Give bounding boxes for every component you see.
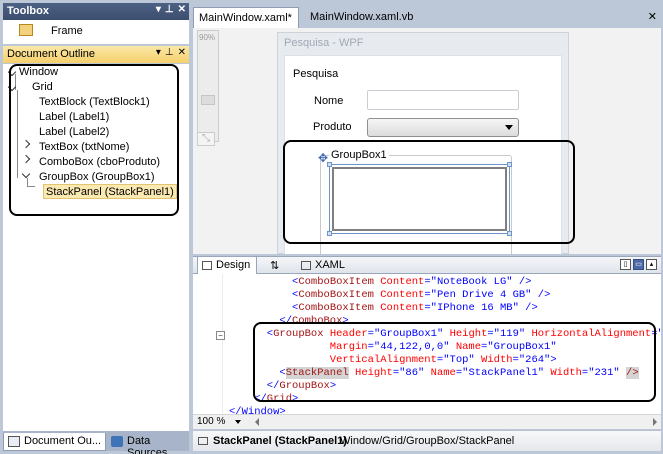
toolbox-title: Toolbox [7,5,49,17]
tab-mainwindow-xaml[interactable]: MainWindow.xaml* [193,7,299,28]
swap-panes-icon[interactable]: ⇅ [270,259,279,272]
collapse-pane-icon[interactable]: ▴ [646,259,657,270]
document-tab-strip: MainWindow.xaml* MainWindow.xaml.vb ✕ [193,4,661,28]
breadcrumb-path[interactable]: Window/Grid/GroupBox/StackPanel [340,435,514,447]
xaml-token: /> [531,289,551,301]
editor-horizontal-scrollbar[interactable]: 100 % [193,414,661,429]
xaml-token: /> [518,302,538,314]
dropdown-arrow-icon [505,125,513,130]
fit-to-window-icon[interactable]: ⤡ [197,132,215,146]
xaml-line[interactable]: <ComboBoxItem Content="Pen Drive 4 GB" /… [292,289,550,302]
tab-xaml[interactable]: XAML [297,257,351,274]
left-pane-tabs: Document Ou... Data Sources [3,431,189,454]
tab-document-outline[interactable]: Document Ou... [3,433,107,451]
tab-label: Data Sources [127,435,168,454]
design-view-icon [202,261,212,270]
xaml-token: ="IPhone 16 MB" [424,302,519,314]
document-outline-title-bar[interactable]: Document Outline ▾ ⊥ ✕ [3,46,189,63]
outline-highlight-annotation [9,64,179,216]
xaml-token: Content [373,289,425,301]
close-icon[interactable]: ✕ [178,47,186,58]
xaml-token: ComboBoxItem [298,302,374,314]
xaml-token: Content [373,302,425,314]
toolbox-item-frame[interactable]: Frame [51,25,83,37]
close-icon[interactable]: ✕ [648,10,657,23]
zoom-slider[interactable]: 90% [197,30,219,142]
combobox-produto[interactable] [367,118,519,137]
wpf-window-title: Pesquisa - WPF [284,37,364,49]
close-icon[interactable]: ✕ [178,4,186,15]
tab-label: Design [216,259,251,271]
outline-collapse-icon[interactable]: − [216,331,225,340]
tab-design[interactable]: Design [197,257,258,274]
label-produto[interactable]: Produto [313,121,352,133]
editor-zoom-level[interactable]: 100 % [197,416,225,427]
tab-data-sources[interactable]: Data Sources [107,433,189,454]
xaml-token: ="NoteBook LG" [424,276,513,288]
tab-mainwindow-xaml-vb[interactable]: MainWindow.xaml.vb [305,7,419,28]
tab-label: XAML [315,259,345,271]
split-mode-buttons: ▯ ▭ ▴ [620,259,657,270]
xaml-token: /> [512,276,532,288]
xaml-token: ComboBoxItem [298,289,374,301]
frame-icon [19,24,33,36]
zoom-level: 90% [199,33,216,42]
editor-gutter [193,274,223,414]
xaml-line[interactable]: <ComboBoxItem Content="IPhone 16 MB" /> [292,302,538,315]
scroll-left-icon[interactable] [255,418,259,426]
xaml-token: Content [373,276,425,288]
toolbox-title-bar[interactable]: Toolbox ▾ ⊥ ✕ [3,3,189,20]
textblock-pesquisa[interactable]: Pesquisa [293,68,338,80]
pin-icon[interactable]: ⊥ [165,47,174,58]
toolbox-panel: Frame [3,20,189,44]
dropdown-icon[interactable]: ▾ [156,4,161,15]
xaml-token: ComboBoxItem [298,276,374,288]
textbox-nome[interactable] [367,90,519,110]
xaml-view-icon [301,261,311,270]
xaml-token: ="Pen Drive 4 GB" [424,289,532,301]
dropdown-icon[interactable]: ▾ [156,47,161,58]
design-xaml-splitter[interactable]: Design ⇅ XAML ▯ ▭ ▴ [193,256,661,274]
horizontal-split-icon[interactable]: ▭ [633,259,644,270]
selection-breadcrumb: StackPanel (StackPanel1) Window/Grid/Gro… [193,430,661,451]
chevron-down-icon[interactable] [235,420,241,424]
groupbox-highlight-annotation [283,140,575,244]
document-outline-title: Document Outline [7,48,96,60]
xaml-highlight-annotation [253,322,656,402]
vertical-split-icon[interactable]: ▯ [620,259,631,270]
label-nome[interactable]: Nome [314,95,343,107]
xaml-line[interactable]: <ComboBoxItem Content="NoteBook LG" /> [292,276,531,289]
tab-label: Document Ou... [24,435,102,447]
document-outline-icon [8,436,20,447]
zoom-slider-thumb[interactable] [201,95,215,105]
pin-icon[interactable]: ⊥ [165,4,174,15]
xaml-token: </Window> [229,406,286,414]
element-icon [198,437,208,445]
scroll-right-icon[interactable] [653,418,657,426]
xaml-line[interactable]: </Window> [229,406,286,414]
database-icon [111,436,123,447]
breadcrumb-selected-element[interactable]: StackPanel (StackPanel1) [213,435,347,447]
